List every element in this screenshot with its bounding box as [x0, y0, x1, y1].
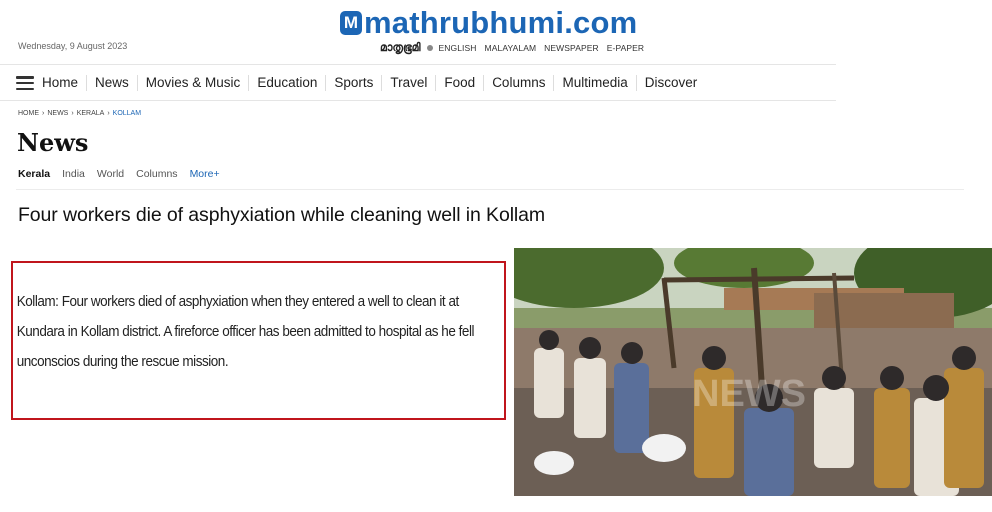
nav-item-movies-music[interactable]: Movies & Music	[138, 75, 250, 91]
tab-columns[interactable]: Columns	[136, 168, 177, 180]
breadcrumb: HOME › NEWS › KERALA › KOLLAM	[18, 110, 141, 117]
lead-highlight-box: Kollam: Four workers died of asphyxiatio…	[11, 261, 506, 420]
breadcrumb-news[interactable]: NEWS	[47, 110, 68, 117]
tab-kerala[interactable]: Kerala	[18, 168, 50, 180]
link-newspaper[interactable]: NEWSPAPER	[544, 43, 599, 53]
link-epaper[interactable]: E-PAPER	[607, 43, 644, 53]
breadcrumb-current[interactable]: KOLLAM	[113, 110, 141, 117]
breadcrumb-separator: ›	[42, 110, 45, 117]
nav-item-travel[interactable]: Travel	[382, 75, 437, 91]
breadcrumb-home[interactable]: HOME	[18, 110, 39, 117]
main-nav: Home News Movies & Music Education Sport…	[16, 66, 705, 100]
article-photo: NEWS	[514, 248, 992, 496]
tab-india[interactable]: India	[62, 168, 85, 180]
menu-icon[interactable]	[16, 76, 34, 90]
section-title: News	[17, 128, 89, 157]
article-lead: Kollam: Four workers died of asphyxiatio…	[16, 294, 475, 370]
crowd-photo: NEWS	[514, 248, 992, 496]
link-malayalam[interactable]: MALAYALAM	[485, 43, 537, 53]
nav-item-discover[interactable]: Discover	[637, 75, 706, 91]
photo-watermark: NEWS	[692, 373, 806, 415]
nav-item-food[interactable]: Food	[436, 75, 485, 91]
breadcrumb-separator: ›	[71, 110, 74, 117]
link-english[interactable]: ENGLISH	[439, 43, 477, 53]
nav-item-columns[interactable]: Columns	[484, 75, 555, 91]
edition-bar: മാതൃഭൂമി ENGLISH MALAYALAM NEWSPAPER E-P…	[380, 41, 652, 55]
divider	[0, 100, 836, 101]
date-label: Wednesday, 9 August 2023	[18, 41, 128, 51]
tab-more[interactable]: More+	[190, 168, 220, 180]
divider	[16, 189, 964, 190]
malayalam-wordmark: മാതൃഭൂമി	[380, 41, 421, 54]
nav-item-news[interactable]: News	[87, 75, 138, 91]
breadcrumb-separator: ›	[107, 110, 110, 117]
section-tabs: Kerala India World Columns More+	[18, 168, 232, 180]
nav-item-sports[interactable]: Sports	[326, 75, 383, 91]
divider	[0, 64, 836, 65]
dot-icon	[426, 45, 433, 51]
article-headline: Four workers die of asphyxiation while c…	[18, 204, 546, 226]
logo-text: mathrubhumi.com	[364, 5, 638, 40]
site-logo[interactable]: M mathrubhumi.com	[340, 6, 637, 40]
nav-item-multimedia[interactable]: Multimedia	[554, 75, 637, 91]
nav-item-home[interactable]: Home	[42, 75, 88, 91]
nav-item-education[interactable]: Education	[249, 75, 327, 91]
breadcrumb-kerala[interactable]: KERALA	[77, 110, 105, 117]
tab-world[interactable]: World	[97, 168, 124, 180]
logo-badge: M	[340, 11, 362, 35]
